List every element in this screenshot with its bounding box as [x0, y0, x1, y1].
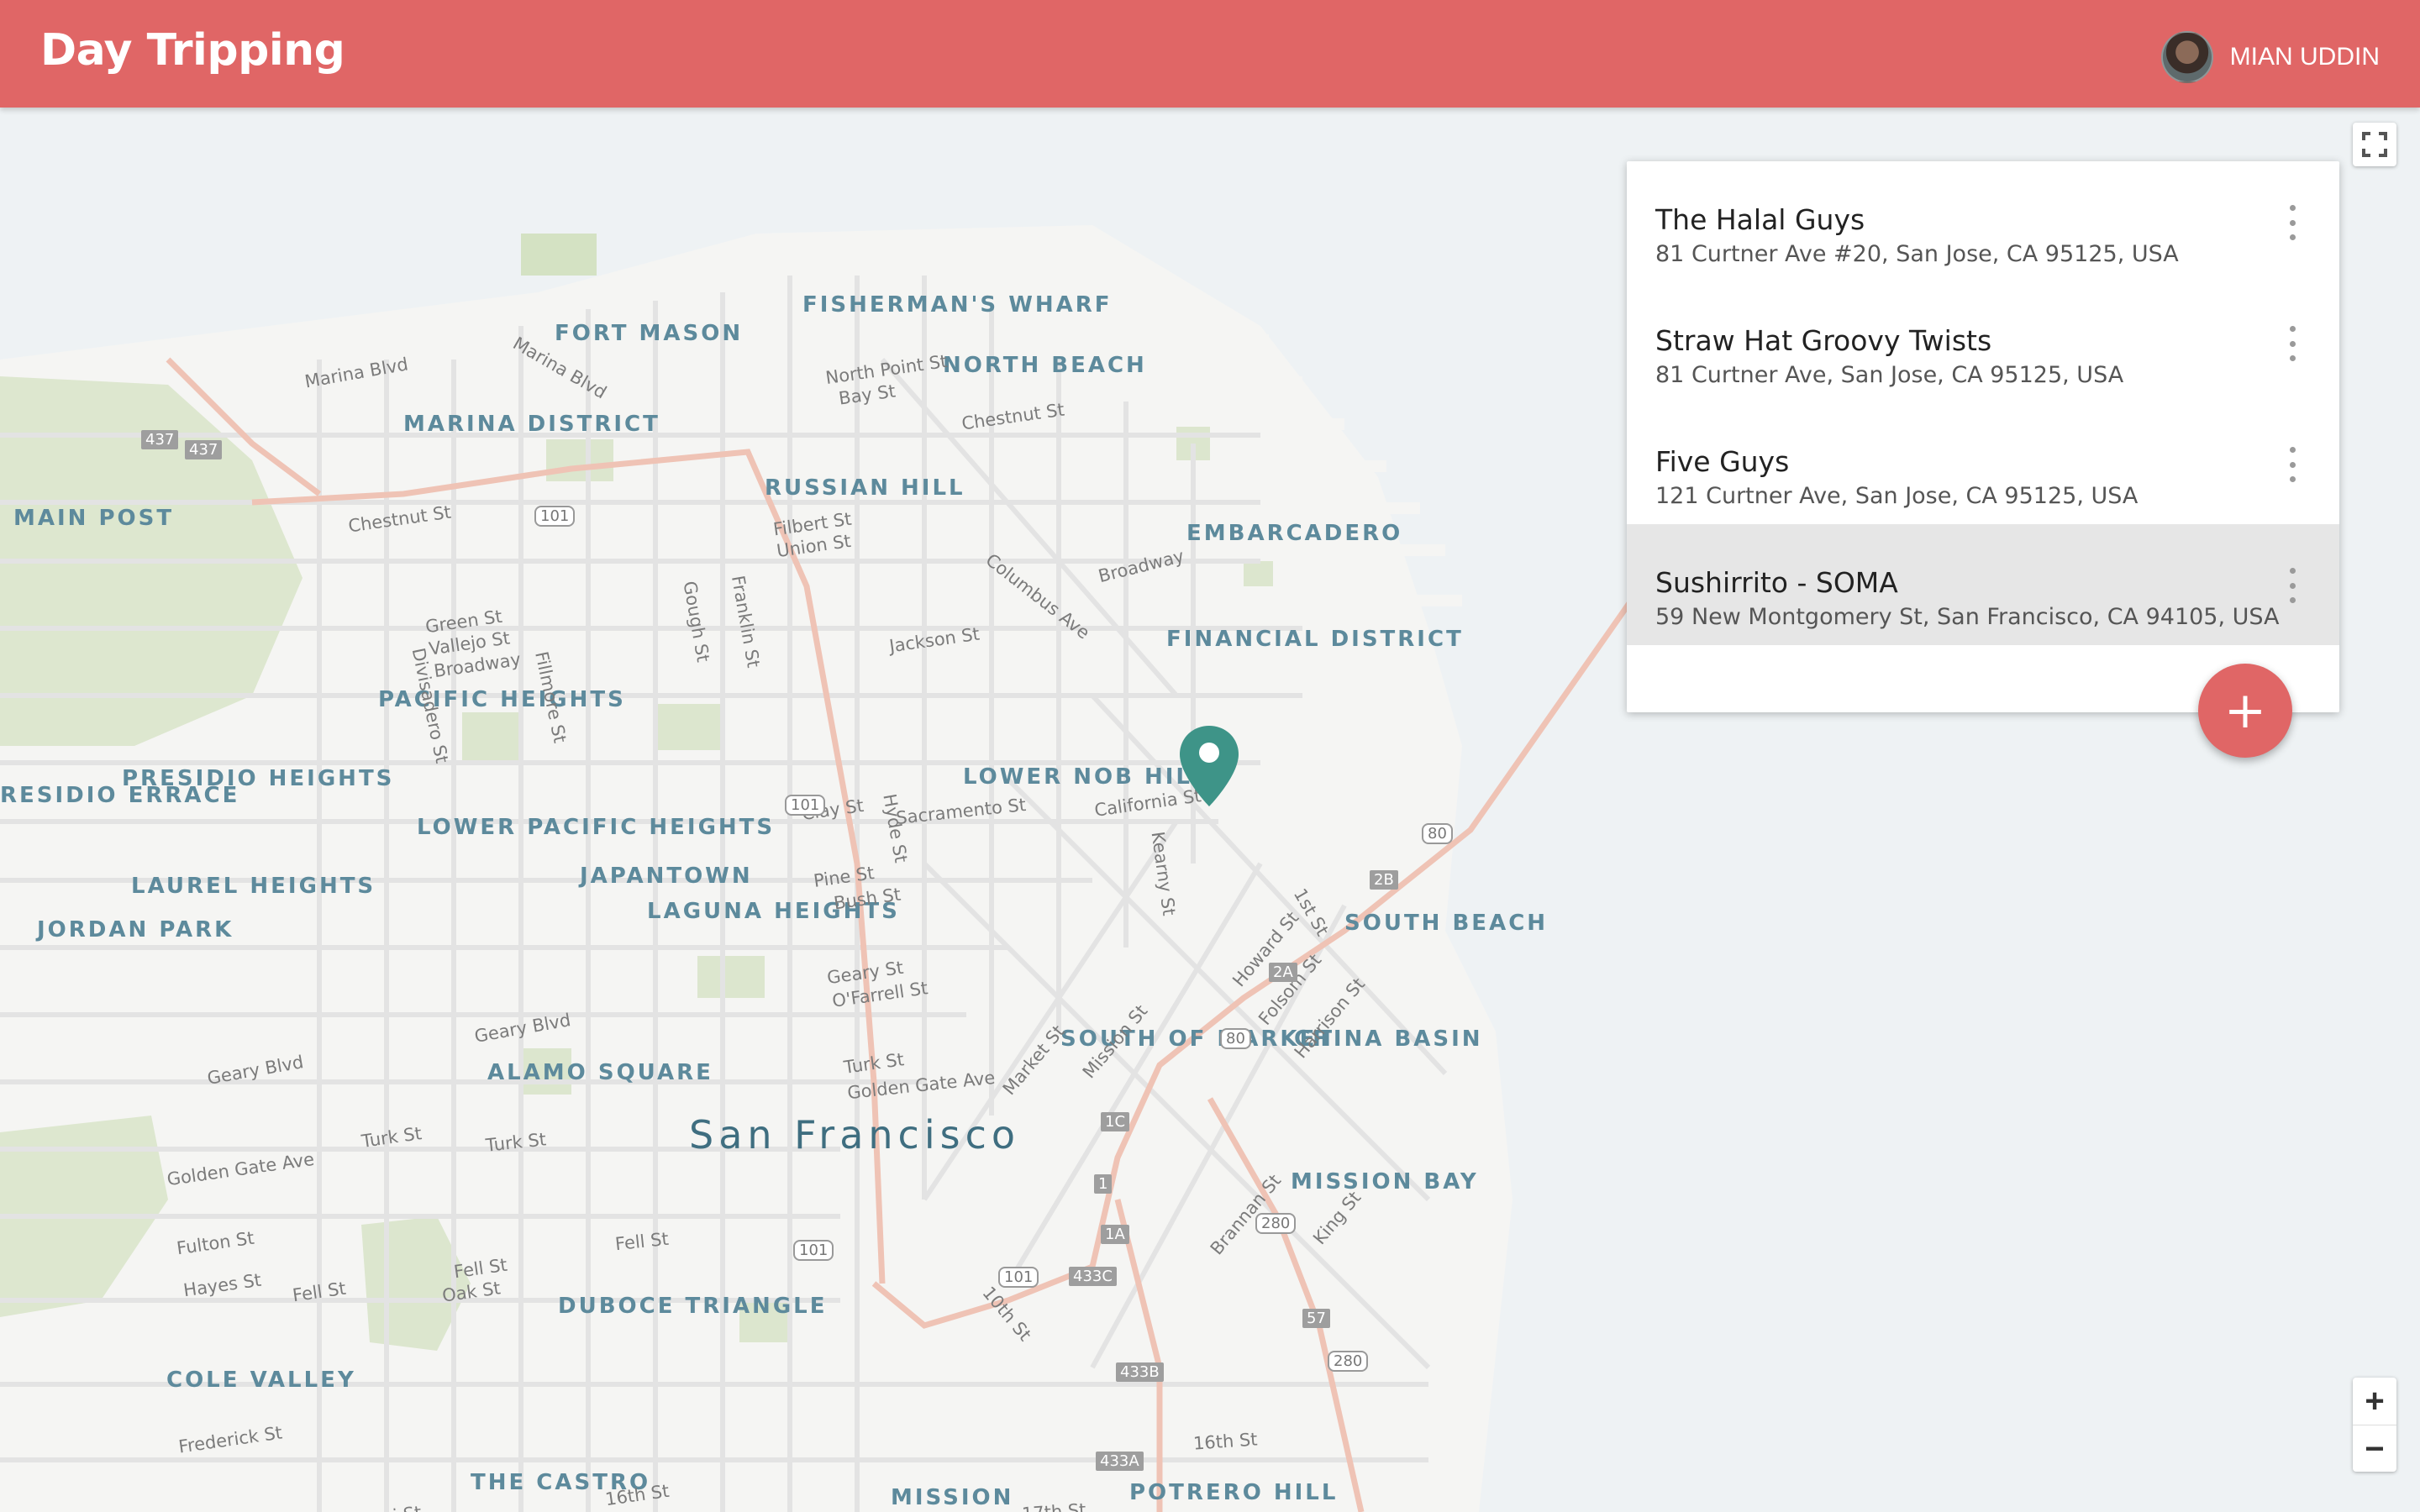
highway-shield: 433A: [1096, 1452, 1144, 1471]
highway-shield: 101: [793, 1240, 834, 1261]
district-label: JAPANTOWN: [580, 864, 753, 889]
district-label: SOUTH BEACH: [1344, 911, 1549, 936]
district-label: MISSION: [891, 1485, 1014, 1510]
district-label: FINANCIAL DISTRICT: [1166, 627, 1464, 652]
fullscreen-icon: [2362, 132, 2387, 157]
more-vert-icon[interactable]: [2286, 447, 2299, 482]
highway-shield: 437: [141, 430, 179, 449]
user-menu[interactable]: MIAN UDDIN: [2160, 31, 2380, 83]
district-label: COLE VALLEY: [166, 1368, 356, 1393]
highway-shield: 1: [1094, 1174, 1113, 1194]
user-name[interactable]: MIAN UDDIN: [2230, 43, 2380, 71]
places-list-panel: The Halal Guys 81 Curtner Ave #20, San J…: [1627, 161, 2339, 712]
highway-shield: 280: [1328, 1351, 1369, 1372]
district-label: ALAMO SQUARE: [487, 1060, 713, 1085]
highway-shield: 57: [1302, 1309, 1330, 1328]
district-label: FORT MASON: [555, 321, 744, 346]
app-title[interactable]: Day Tripping: [40, 25, 345, 76]
highway-shield: 80: [1422, 823, 1453, 844]
place-address: 59 New Montgomery St, San Francisco, CA …: [1655, 604, 2280, 630]
highway-shield: 101: [534, 506, 576, 527]
more-vert-icon[interactable]: [2286, 205, 2299, 240]
zoom-in-button[interactable]: +: [2353, 1378, 2396, 1425]
zoom-in-icon: +: [2365, 1382, 2385, 1420]
more-vert-icon[interactable]: [2286, 326, 2299, 361]
district-label: LOWER PACIFIC HEIGHTS: [417, 815, 776, 840]
fullscreen-button[interactable]: [2353, 123, 2396, 166]
district-label: RESIDIO ERRACE: [0, 783, 240, 808]
map-pin-icon[interactable]: [1180, 726, 1239, 806]
place-address: 81 Curtner Ave, San Jose, CA 95125, USA: [1655, 362, 2124, 388]
highway-shield: 433B: [1116, 1362, 1164, 1382]
zoom-out-button[interactable]: −: [2353, 1425, 2396, 1473]
district-label: LAUREL HEIGHTS: [131, 874, 376, 899]
highway-shield: 101: [785, 795, 826, 816]
highway-shield: 437: [185, 440, 223, 459]
highway-shield: 433C: [1069, 1267, 1117, 1286]
highway-shield: 1A: [1101, 1225, 1129, 1244]
plus-icon: +: [2223, 681, 2267, 740]
place-address: 81 Curtner Ave #20, San Jose, CA 95125, …: [1655, 241, 2179, 267]
highway-shield: 101: [998, 1267, 1039, 1288]
district-label: MARINA DISTRICT: [403, 412, 660, 437]
list-item[interactable]: Five Guys 121 Curtner Ave, San Jose, CA …: [1627, 403, 2339, 524]
district-label: PACIFIC HEIGHTS: [378, 687, 626, 712]
district-label: LOWER NOB HILL: [963, 764, 1209, 790]
zoom-out-icon: −: [2365, 1430, 2385, 1467]
district-label: RUSSIAN HILL: [765, 475, 965, 501]
district-label: POTRERO HILL: [1129, 1480, 1339, 1505]
place-name: Five Guys: [1655, 445, 1790, 478]
place-name: The Halal Guys: [1655, 203, 1865, 236]
highway-shield: 1C: [1101, 1112, 1130, 1131]
district-label: EMBARCADERO: [1186, 521, 1403, 546]
highway-shield: 80: [1220, 1028, 1251, 1049]
place-name: Straw Hat Groovy Twists: [1655, 324, 1992, 357]
avatar[interactable]: [2160, 31, 2213, 83]
more-vert-icon[interactable]: [2286, 568, 2299, 603]
district-label: MAIN POST: [13, 506, 175, 531]
list-item-selected[interactable]: Sushirrito - SOMA 59 New Montgomery St, …: [1627, 524, 2339, 645]
district-label: FISHERMAN'S WHARF: [802, 292, 1113, 318]
zoom-controls: + −: [2353, 1378, 2396, 1472]
add-place-button[interactable]: +: [2198, 664, 2292, 758]
district-label: DUBOCE TRIANGLE: [558, 1294, 828, 1319]
highway-shield: 280: [1255, 1213, 1297, 1234]
list-item[interactable]: The Halal Guys 81 Curtner Ave #20, San J…: [1627, 161, 2339, 282]
highway-shield: 2A: [1269, 963, 1297, 982]
list-item[interactable]: Straw Hat Groovy Twists 81 Curtner Ave, …: [1627, 282, 2339, 403]
city-label: San Francisco: [689, 1112, 1021, 1158]
district-label: NORTH BEACH: [943, 353, 1147, 378]
highway-shield: 2B: [1370, 870, 1398, 890]
district-label: JORDAN PARK: [37, 917, 234, 942]
place-address: 121 Curtner Ave, San Jose, CA 95125, USA: [1655, 483, 2139, 509]
place-name: Sushirrito - SOMA: [1655, 566, 1898, 599]
app-bar: Day Tripping MIAN UDDIN: [0, 0, 2420, 108]
district-label: MISSION BAY: [1291, 1169, 1479, 1194]
